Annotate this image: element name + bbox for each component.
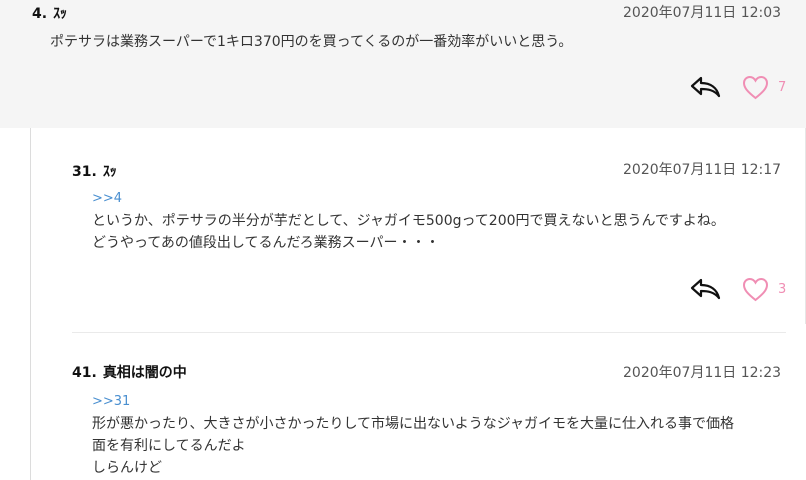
- comment-header: 4. ｽｯ: [32, 5, 67, 23]
- reply-arrow-icon[interactable]: [689, 278, 721, 300]
- reply-arrow-icon[interactable]: [689, 76, 721, 98]
- comment-number: 41.: [72, 365, 97, 381]
- comment-body-line: どうやってあの値段出してるんだろ業務スーパー・・・: [92, 235, 440, 251]
- comment-thread: 4. ｽｯ 2020年07月11日 12:03 ポテサラは業務スーパーで1キロ37…: [0, 0, 806, 480]
- thread-divider: [30, 128, 31, 480]
- commenter-name: ｽｯ: [102, 164, 117, 180]
- comment-body: ポテサラは業務スーパーで1キロ370円のを買ってくるのが一番効率がいいと思う。: [50, 31, 572, 53]
- comment-body-line: 面を有利にしてるんだよ: [92, 438, 246, 454]
- comment-timestamp: 2020年07月11日 12:03: [623, 5, 782, 21]
- comment-number: 31.: [72, 164, 97, 180]
- comment-header: 31. ｽｯ: [72, 163, 117, 181]
- comment-body-line: しらんけど: [92, 460, 162, 476]
- heart-outline-icon[interactable]: [742, 75, 769, 100]
- comment-body-line: 形が悪かったり、大きさが小さかったりして市場に出ないようなジャガイモを大量に仕入…: [92, 416, 735, 432]
- comment-body: というか、ポテサラの半分が芋だとして、ジャガイモ500gって200円で買えないと…: [92, 210, 725, 254]
- comment-body-line: というか、ポテサラの半分が芋だとして、ジャガイモ500gって200円で買えないと…: [92, 213, 725, 229]
- reply-anchor-link[interactable]: >>31: [92, 394, 130, 410]
- reply-anchor-link[interactable]: >>4: [92, 191, 122, 207]
- like-count: 7: [778, 80, 787, 95]
- comment-body: 形が悪かったり、大きさが小さかったりして市場に出ないようなジャガイモを大量に仕入…: [92, 413, 734, 479]
- comment-4: 4. ｽｯ 2020年07月11日 12:03 ポテサラは業務スーパーで1キロ37…: [0, 0, 806, 128]
- like-count: 3: [778, 282, 787, 297]
- comment-divider: [72, 332, 786, 333]
- comment-timestamp: 2020年07月11日 12:23: [623, 365, 782, 381]
- comment-number: 4.: [32, 6, 48, 22]
- comment-timestamp: 2020年07月11日 12:17: [623, 162, 782, 178]
- commenter-name: ｽｯ: [53, 6, 68, 22]
- comment-body-line: ポテサラは業務スーパーで1キロ370円のを買ってくるのが一番効率がいいと思う。: [50, 34, 573, 50]
- comment-header: 41. 真相は闇の中: [72, 364, 187, 382]
- commenter-name: 真相は闇の中: [102, 365, 187, 381]
- heart-outline-icon[interactable]: [742, 277, 769, 302]
